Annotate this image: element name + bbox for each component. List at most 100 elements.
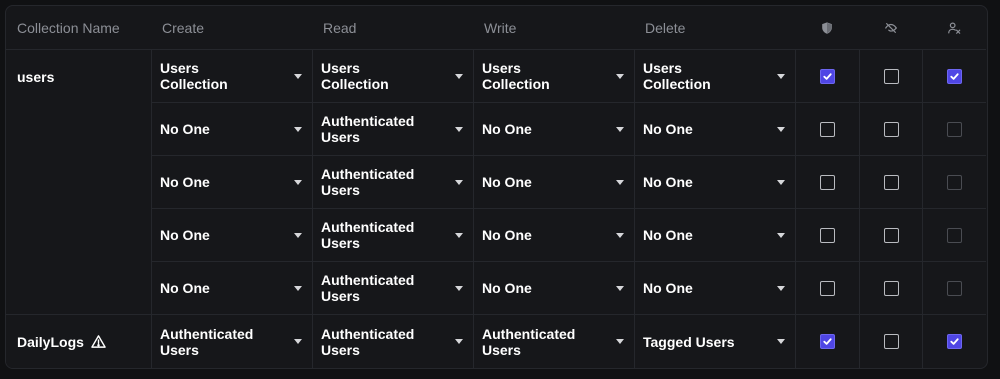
eye-off-checkbox[interactable] xyxy=(883,280,899,296)
select-value: Authenticated Users xyxy=(160,325,254,358)
delete-select[interactable]: No One xyxy=(634,103,795,156)
shield-cell xyxy=(795,262,859,315)
caret-down-icon xyxy=(616,339,624,344)
user-x-checkbox xyxy=(947,280,962,296)
eye-off-checkbox[interactable] xyxy=(883,121,899,137)
permissions-table-panel: Collection Name Create Read Write Delete xyxy=(5,5,988,369)
select-value: Users Collection xyxy=(160,60,228,92)
read-select[interactable]: Authenticated Users xyxy=(312,103,473,156)
delete-select[interactable]: No One xyxy=(634,156,795,209)
header-write: Write xyxy=(473,6,634,50)
caret-down-icon xyxy=(294,285,302,291)
caret-down-icon xyxy=(616,126,624,132)
select-value: No One xyxy=(643,174,693,190)
eye-off-checkbox[interactable] xyxy=(883,68,899,84)
create-select[interactable]: No One xyxy=(151,103,312,156)
caret-down-icon xyxy=(777,285,785,291)
select-value: Authenticated Users xyxy=(321,325,415,358)
caret-down-icon xyxy=(616,285,624,291)
user-x-cell xyxy=(922,209,986,262)
create-select[interactable]: No One xyxy=(151,262,312,315)
eye-off-checkbox[interactable] xyxy=(883,227,899,243)
caret-down-icon xyxy=(455,285,463,291)
header-read: Read xyxy=(312,6,473,50)
select-value: Authenticated Users xyxy=(321,166,415,198)
eye-off-checkbox[interactable] xyxy=(883,334,899,349)
select-value: Authenticated Users xyxy=(482,325,576,358)
shield-checkbox[interactable] xyxy=(820,121,835,137)
write-select[interactable]: No One xyxy=(473,209,634,262)
user-x-checkbox xyxy=(947,174,962,190)
caret-down-icon xyxy=(777,339,785,344)
eye-off-cell xyxy=(859,50,922,103)
select-value: Users Collection xyxy=(482,60,550,92)
eye-off-cell xyxy=(859,209,922,262)
caret-down-icon xyxy=(455,73,463,79)
collection-name-label: users xyxy=(17,68,55,85)
select-value: Tagged Users xyxy=(643,333,735,350)
delete-select[interactable]: No One xyxy=(634,262,795,315)
header-user-x xyxy=(922,6,986,50)
caret-down-icon xyxy=(455,126,463,132)
user-x-cell xyxy=(922,103,986,156)
header-eye-off xyxy=(859,6,922,50)
shield-cell xyxy=(795,315,859,368)
collection-name-dailylogs: DailyLogs xyxy=(6,315,151,368)
select-value: Authenticated Users xyxy=(321,113,415,145)
caret-down-icon xyxy=(777,126,785,132)
shield-cell xyxy=(795,103,859,156)
select-value: No One xyxy=(643,280,693,296)
shield-cell xyxy=(795,50,859,103)
read-select[interactable]: Users Collection xyxy=(312,50,473,103)
caret-down-icon xyxy=(455,339,463,344)
select-value: No One xyxy=(482,174,532,190)
create-select[interactable]: Users Collection xyxy=(151,50,312,103)
header-delete: Delete xyxy=(634,6,795,50)
user-x-cell xyxy=(922,262,986,315)
shield-icon xyxy=(822,21,832,34)
select-value: No One xyxy=(160,227,210,243)
delete-select[interactable]: Tagged Users xyxy=(634,315,795,368)
caret-down-icon xyxy=(616,179,624,185)
read-select[interactable]: Authenticated Users xyxy=(312,315,473,368)
user-x-icon xyxy=(948,21,961,34)
create-select[interactable]: No One xyxy=(151,156,312,209)
user-x-cell xyxy=(922,315,986,368)
eye-off-cell xyxy=(859,103,922,156)
write-select[interactable]: No One xyxy=(473,156,634,209)
shield-checkbox[interactable] xyxy=(820,68,835,84)
shield-checkbox[interactable] xyxy=(820,174,835,190)
create-select[interactable]: No One xyxy=(151,209,312,262)
collection-name-empty xyxy=(6,209,151,262)
create-select[interactable]: Authenticated Users xyxy=(151,315,312,368)
write-select[interactable]: No One xyxy=(473,262,634,315)
caret-down-icon xyxy=(294,126,302,132)
caret-down-icon xyxy=(616,73,624,79)
select-value: No One xyxy=(482,121,532,137)
eye-off-checkbox[interactable] xyxy=(883,174,899,190)
write-select[interactable]: No One xyxy=(473,103,634,156)
caret-down-icon xyxy=(777,73,785,79)
shield-checkbox[interactable] xyxy=(820,280,835,296)
read-select[interactable]: Authenticated Users xyxy=(312,156,473,209)
read-select[interactable]: Authenticated Users xyxy=(312,209,473,262)
header-shield xyxy=(795,6,859,50)
user-x-cell xyxy=(922,50,986,103)
delete-select[interactable]: No One xyxy=(634,209,795,262)
write-select[interactable]: Users Collection xyxy=(473,50,634,103)
collection-name-users: users xyxy=(6,50,151,103)
user-x-checkbox[interactable] xyxy=(947,68,962,84)
select-value: No One xyxy=(482,280,532,296)
shield-checkbox[interactable] xyxy=(820,227,835,243)
shield-cell xyxy=(795,156,859,209)
select-value: No One xyxy=(160,174,210,190)
collection-name-empty xyxy=(6,156,151,209)
user-x-checkbox[interactable] xyxy=(947,334,962,349)
write-select[interactable]: Authenticated Users xyxy=(473,315,634,368)
delete-select[interactable]: Users Collection xyxy=(634,50,795,103)
shield-checkbox[interactable] xyxy=(820,334,835,349)
read-select[interactable]: Authenticated Users xyxy=(312,262,473,315)
user-x-cell xyxy=(922,156,986,209)
permissions-grid: Collection Name Create Read Write Delete xyxy=(6,6,987,368)
select-value: Authenticated Users xyxy=(321,219,415,251)
